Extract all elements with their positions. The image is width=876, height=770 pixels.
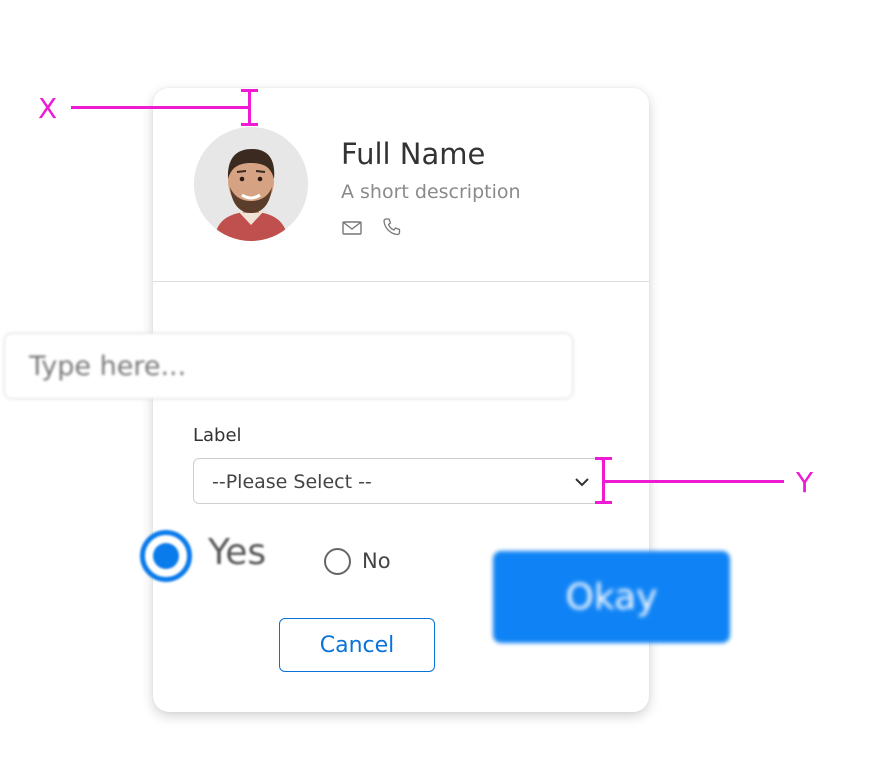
select-label: Label: [193, 425, 242, 446]
radio-yes-label[interactable]: Yes: [208, 532, 266, 573]
annotation-y-label: Y: [796, 466, 814, 499]
annotation-x-bracket-top: [241, 89, 258, 92]
annotation-y-bracket-top: [595, 457, 612, 460]
text-input[interactable]: [4, 333, 573, 399]
full-name: Full Name: [341, 137, 486, 171]
annotation-y-line: [604, 480, 784, 483]
chevron-down-icon: [575, 478, 589, 487]
radio-no-label[interactable]: No: [362, 549, 391, 573]
annotation-x-bracket-bottom: [241, 123, 258, 126]
annotation-x-bracket: [248, 89, 251, 126]
annotation-y-bracket-bottom: [595, 501, 612, 504]
dropdown-select[interactable]: --Please Select --: [193, 458, 603, 504]
cancel-button[interactable]: Cancel: [279, 618, 435, 672]
radio-yes[interactable]: [140, 530, 192, 582]
radio-yes-dot: [153, 543, 179, 569]
annotation-x-label: X: [38, 92, 58, 125]
annotation-x-line: [71, 106, 251, 109]
section-divider: [153, 281, 649, 282]
radio-no[interactable]: [324, 548, 351, 575]
select-value: --Please Select --: [212, 471, 372, 493]
phone-icon[interactable]: [381, 216, 403, 238]
okay-button[interactable]: Okay: [493, 551, 730, 643]
avatar: [194, 127, 308, 241]
mail-icon[interactable]: [341, 217, 363, 239]
short-description: A short description: [341, 181, 521, 203]
avatar-image: [194, 127, 308, 241]
